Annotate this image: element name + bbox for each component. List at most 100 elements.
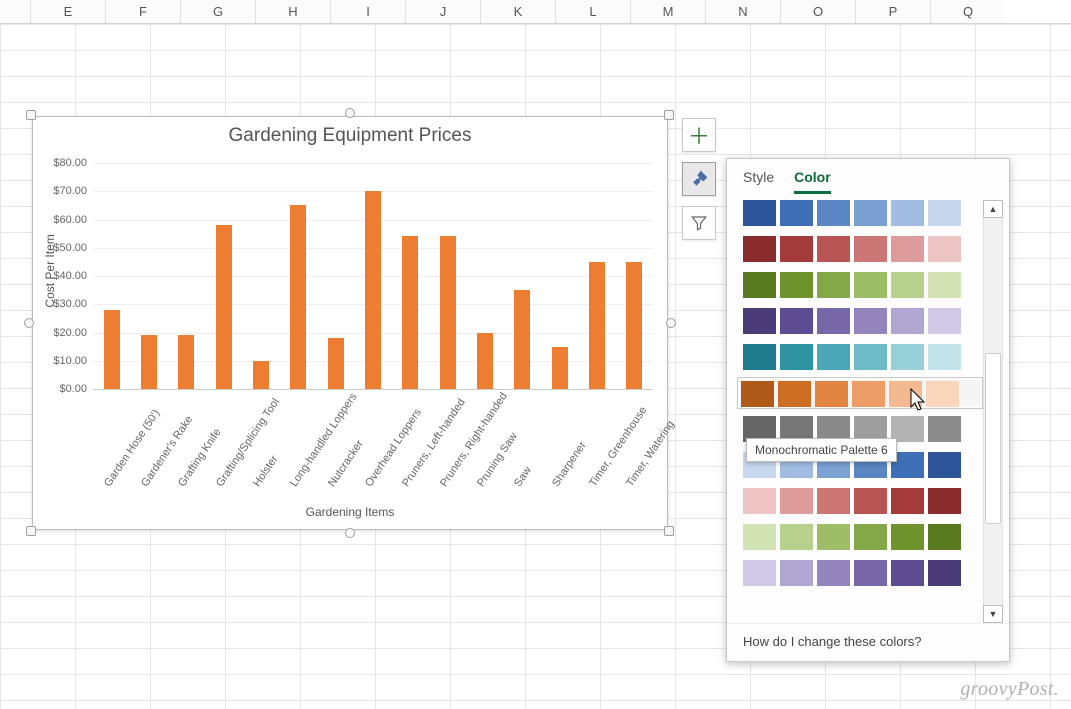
resize-handle-bm[interactable] bbox=[345, 528, 355, 538]
color-swatch[interactable] bbox=[926, 381, 959, 407]
palette-row[interactable] bbox=[743, 308, 977, 334]
palette-row[interactable] bbox=[740, 380, 980, 406]
bar[interactable] bbox=[328, 338, 344, 389]
color-swatch[interactable] bbox=[743, 200, 776, 226]
color-swatch[interactable] bbox=[928, 416, 961, 442]
chart-object[interactable]: Gardening Equipment Prices Cost Per Item… bbox=[26, 110, 674, 536]
color-swatch[interactable] bbox=[928, 236, 961, 262]
color-swatch[interactable] bbox=[780, 488, 813, 514]
bar[interactable] bbox=[104, 310, 120, 389]
color-swatch[interactable] bbox=[780, 272, 813, 298]
scroll-up-button[interactable]: ▲ bbox=[983, 200, 1003, 218]
color-swatch[interactable] bbox=[817, 200, 850, 226]
color-swatch[interactable] bbox=[891, 488, 924, 514]
palette-row[interactable] bbox=[743, 524, 977, 550]
bar[interactable] bbox=[290, 205, 306, 389]
color-swatch[interactable] bbox=[928, 344, 961, 370]
scroll-down-button[interactable]: ▼ bbox=[983, 605, 1003, 623]
chart-filters-button[interactable] bbox=[682, 206, 716, 240]
column-header[interactable]: O bbox=[780, 0, 855, 23]
color-swatch[interactable] bbox=[817, 560, 850, 586]
color-swatch[interactable] bbox=[817, 236, 850, 262]
scroll-thumb[interactable] bbox=[985, 353, 1001, 523]
bar[interactable] bbox=[440, 236, 456, 389]
bar[interactable] bbox=[552, 347, 568, 389]
x-axis-labels[interactable]: Garden Hose (50')Gardener's RakeGrafting… bbox=[93, 393, 653, 489]
column-header[interactable]: L bbox=[555, 0, 630, 23]
popup-footer-link[interactable]: How do I change these colors? bbox=[727, 623, 1009, 661]
color-swatch[interactable] bbox=[780, 524, 813, 550]
column-header[interactable]: N bbox=[705, 0, 780, 23]
column-header[interactable]: P bbox=[855, 0, 930, 23]
color-swatch[interactable] bbox=[780, 200, 813, 226]
color-swatch[interactable] bbox=[743, 236, 776, 262]
color-swatch[interactable] bbox=[891, 200, 924, 226]
column-header[interactable]: H bbox=[255, 0, 330, 23]
color-swatch[interactable] bbox=[928, 308, 961, 334]
color-swatch[interactable] bbox=[854, 344, 887, 370]
color-swatch[interactable] bbox=[854, 200, 887, 226]
color-swatch[interactable] bbox=[780, 560, 813, 586]
color-swatch[interactable] bbox=[780, 344, 813, 370]
color-swatch[interactable] bbox=[854, 272, 887, 298]
resize-handle-tr[interactable] bbox=[664, 110, 674, 120]
resize-handle-ml[interactable] bbox=[24, 318, 34, 328]
bar[interactable] bbox=[253, 361, 269, 389]
color-swatch[interactable] bbox=[817, 272, 850, 298]
color-swatch[interactable] bbox=[817, 524, 850, 550]
chart-elements-button[interactable]: ＋ bbox=[682, 118, 716, 152]
bar[interactable] bbox=[365, 191, 381, 389]
color-swatch[interactable] bbox=[817, 488, 850, 514]
color-swatch[interactable] bbox=[854, 524, 887, 550]
color-swatch[interactable] bbox=[743, 524, 776, 550]
column-header[interactable]: K bbox=[480, 0, 555, 23]
palette-row[interactable] bbox=[743, 272, 977, 298]
column-header[interactable]: F bbox=[105, 0, 180, 23]
color-swatch[interactable] bbox=[928, 272, 961, 298]
color-swatch[interactable] bbox=[743, 344, 776, 370]
palette-row[interactable] bbox=[743, 344, 977, 370]
scroll-track[interactable] bbox=[983, 218, 1003, 605]
color-swatch[interactable] bbox=[891, 344, 924, 370]
x-axis-title[interactable]: Gardening Items bbox=[33, 505, 667, 519]
column-header[interactable]: G bbox=[180, 0, 255, 23]
bar[interactable] bbox=[589, 262, 605, 389]
chart-styles-button[interactable] bbox=[682, 162, 716, 196]
color-swatch[interactable] bbox=[891, 524, 924, 550]
popup-scrollbar[interactable]: ▲ ▼ bbox=[983, 200, 1003, 623]
color-swatch[interactable] bbox=[854, 560, 887, 586]
color-swatch[interactable] bbox=[928, 200, 961, 226]
color-swatch[interactable] bbox=[817, 308, 850, 334]
palette-row[interactable] bbox=[743, 236, 977, 262]
tab-style[interactable]: Style bbox=[743, 169, 774, 194]
column-header[interactable]: I bbox=[330, 0, 405, 23]
bar[interactable] bbox=[141, 335, 157, 389]
column-header[interactable]: E bbox=[30, 0, 105, 23]
chart-title[interactable]: Gardening Equipment Prices bbox=[33, 117, 667, 147]
column-header[interactable]: J bbox=[405, 0, 480, 23]
color-swatch[interactable] bbox=[778, 381, 811, 407]
column-header[interactable]: Q bbox=[930, 0, 1005, 23]
color-swatch[interactable] bbox=[928, 524, 961, 550]
color-swatch[interactable] bbox=[891, 308, 924, 334]
palette-row[interactable] bbox=[743, 488, 977, 514]
color-swatch[interactable] bbox=[817, 344, 850, 370]
resize-handle-bl[interactable] bbox=[26, 526, 36, 536]
color-swatch[interactable] bbox=[928, 488, 961, 514]
resize-handle-tl[interactable] bbox=[26, 110, 36, 120]
color-swatch[interactable] bbox=[891, 560, 924, 586]
color-swatch[interactable] bbox=[743, 272, 776, 298]
plot-area[interactable]: $0.00$10.00$20.00$30.00$40.00$50.00$60.0… bbox=[93, 163, 653, 389]
color-swatch[interactable] bbox=[928, 452, 961, 478]
color-swatch[interactable] bbox=[891, 236, 924, 262]
bar[interactable] bbox=[477, 333, 493, 390]
resize-handle-tm[interactable] bbox=[345, 108, 355, 118]
color-swatch[interactable] bbox=[854, 236, 887, 262]
color-swatch[interactable] bbox=[780, 236, 813, 262]
resize-handle-br[interactable] bbox=[664, 526, 674, 536]
color-swatch[interactable] bbox=[815, 381, 848, 407]
bar[interactable] bbox=[626, 262, 642, 389]
bar[interactable] bbox=[178, 335, 194, 389]
color-swatch[interactable] bbox=[743, 560, 776, 586]
color-swatch[interactable] bbox=[852, 381, 885, 407]
